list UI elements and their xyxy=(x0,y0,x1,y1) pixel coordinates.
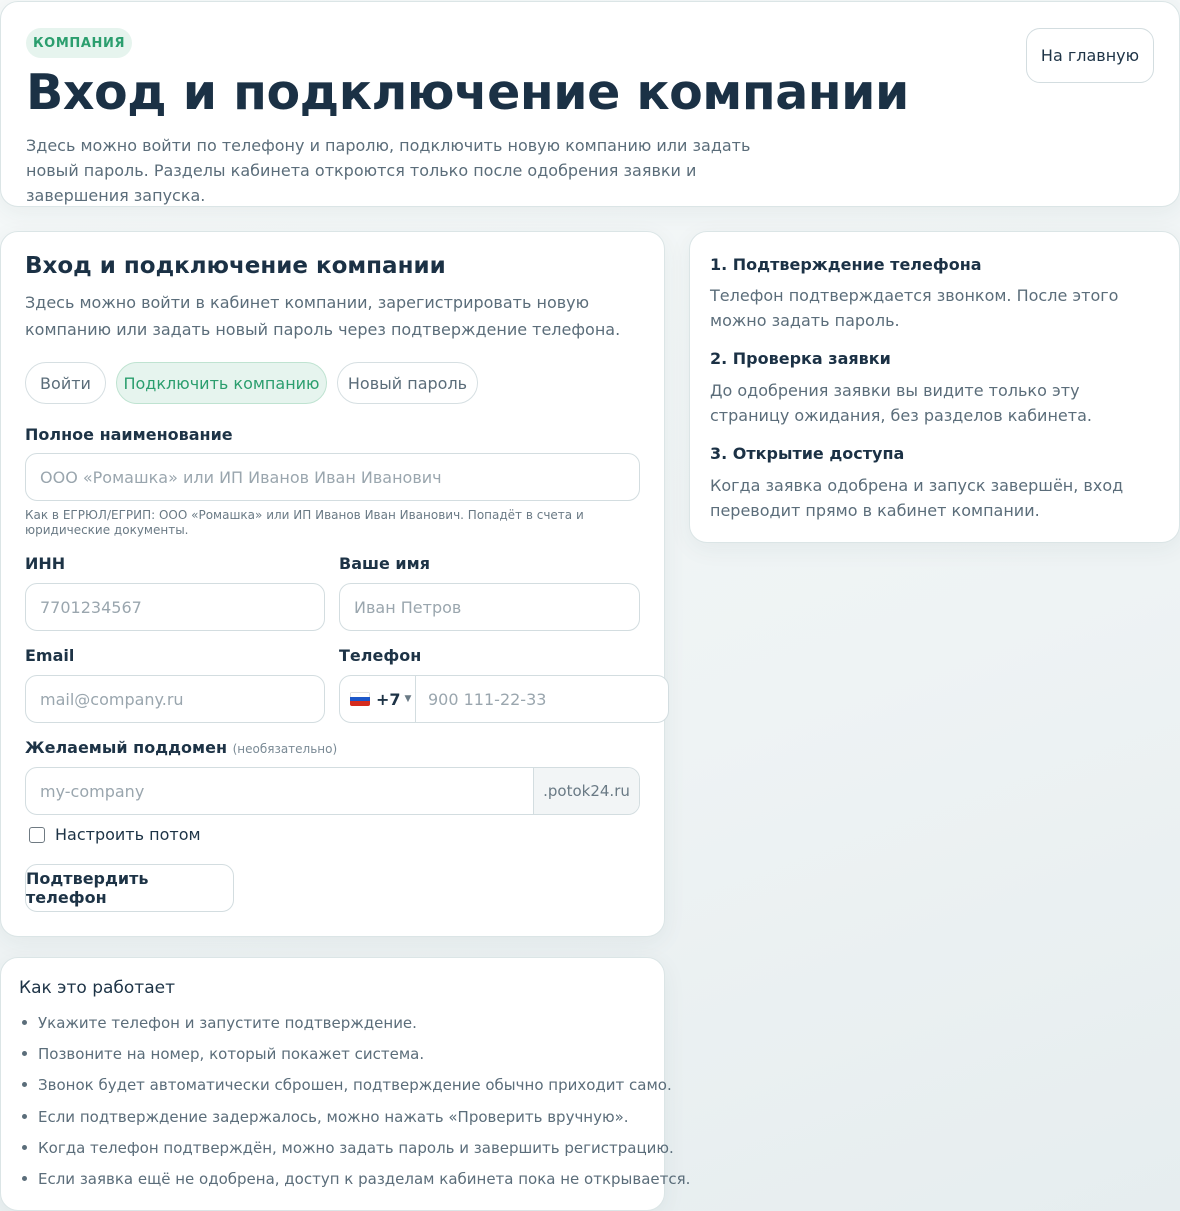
subdomain-field: my-company .potok24.ru xyxy=(25,767,640,815)
phone-field: +7 ▼ 900 111-22-33 xyxy=(339,675,669,723)
russia-flag-icon xyxy=(350,692,370,706)
name-label: Ваше имя xyxy=(339,554,430,573)
step-text: Телефон подтверждается звонком. После эт… xyxy=(710,286,1119,330)
how-it-works-list: Укажите телефон и запустите подтверждени… xyxy=(20,1011,690,1198)
list-item: Укажите телефон и запустите подтверждени… xyxy=(20,1011,690,1042)
subdomain-label-text: Желаемый поддомен xyxy=(25,738,227,757)
phone-label: Телефон xyxy=(339,646,422,665)
list-item: Если заявка ещё не одобрена, доступ к ра… xyxy=(20,1167,690,1198)
step-title: 2. Проверка заявки xyxy=(710,349,891,368)
page-header: КОМПАНИЯ Вход и подключение компании Зде… xyxy=(0,1,1180,207)
list-item: Если подтверждение задержалось, можно на… xyxy=(20,1105,690,1136)
page-title: Вход и подключение компании xyxy=(26,64,909,121)
list-item: Когда телефон подтверждён, можно задать … xyxy=(20,1136,690,1167)
country-code: +7 xyxy=(376,689,401,709)
form-description: Здесь можно войти в кабинет компании, за… xyxy=(25,293,621,339)
configure-later-checkbox[interactable] xyxy=(29,826,45,843)
form-title: Вход и подключение компании xyxy=(25,253,446,279)
country-code-select[interactable]: +7 ▼ xyxy=(340,676,416,722)
subdomain-label: Желаемый поддомен (необязательно) xyxy=(25,738,337,757)
step-text: Когда заявка одобрена и запуск завершён,… xyxy=(710,476,1124,520)
how-it-works-title: Как это работает xyxy=(19,978,175,998)
chevron-down-icon: ▼ xyxy=(404,694,412,704)
step-text: До одобрения заявки вы видите только эту… xyxy=(710,381,1092,425)
fullname-input[interactable]: ООО «Ромашка» или ИП Иванов Иван Иванови… xyxy=(25,453,640,501)
configure-later-option[interactable]: Настроить потом xyxy=(29,825,201,844)
optional-note: (необязательно) xyxy=(232,742,338,756)
subdomain-suffix: .potok24.ru xyxy=(533,768,639,814)
page-description: Здесь можно войти по телефону и паролю, … xyxy=(26,136,751,205)
confirm-phone-button[interactable]: Подтвердить телефон xyxy=(25,864,234,912)
tab-connect-company[interactable]: Подключить компанию xyxy=(116,362,327,404)
list-item: Звонок будет автоматически сброшен, подт… xyxy=(20,1073,690,1104)
tab-new-password[interactable]: Новый пароль xyxy=(337,362,478,404)
fullname-label: Полное наименование xyxy=(25,425,233,444)
list-item: Позвоните на номер, который покажет сист… xyxy=(20,1042,690,1073)
subdomain-input[interactable]: my-company xyxy=(26,768,533,814)
section-badge: КОМПАНИЯ xyxy=(26,28,132,58)
inn-input[interactable]: 7701234567 xyxy=(25,583,325,631)
configure-later-label: Настроить потом xyxy=(55,825,201,844)
tab-login[interactable]: Войти xyxy=(25,362,106,404)
step-title: 3. Открытие доступа xyxy=(710,444,905,463)
step-title: 1. Подтверждение телефона xyxy=(710,255,982,274)
inn-label: ИНН xyxy=(25,554,66,573)
phone-input[interactable]: 900 111-22-33 xyxy=(416,676,668,722)
email-label: Email xyxy=(25,646,75,665)
fullname-hint: Как в ЕГРЮЛ/ЕГРИП: ООО «Ромашка» или ИП … xyxy=(25,508,584,537)
name-input[interactable]: Иван Петров xyxy=(339,583,640,631)
home-button[interactable]: На главную xyxy=(1026,28,1154,83)
email-input[interactable]: mail@company.ru xyxy=(25,675,325,723)
